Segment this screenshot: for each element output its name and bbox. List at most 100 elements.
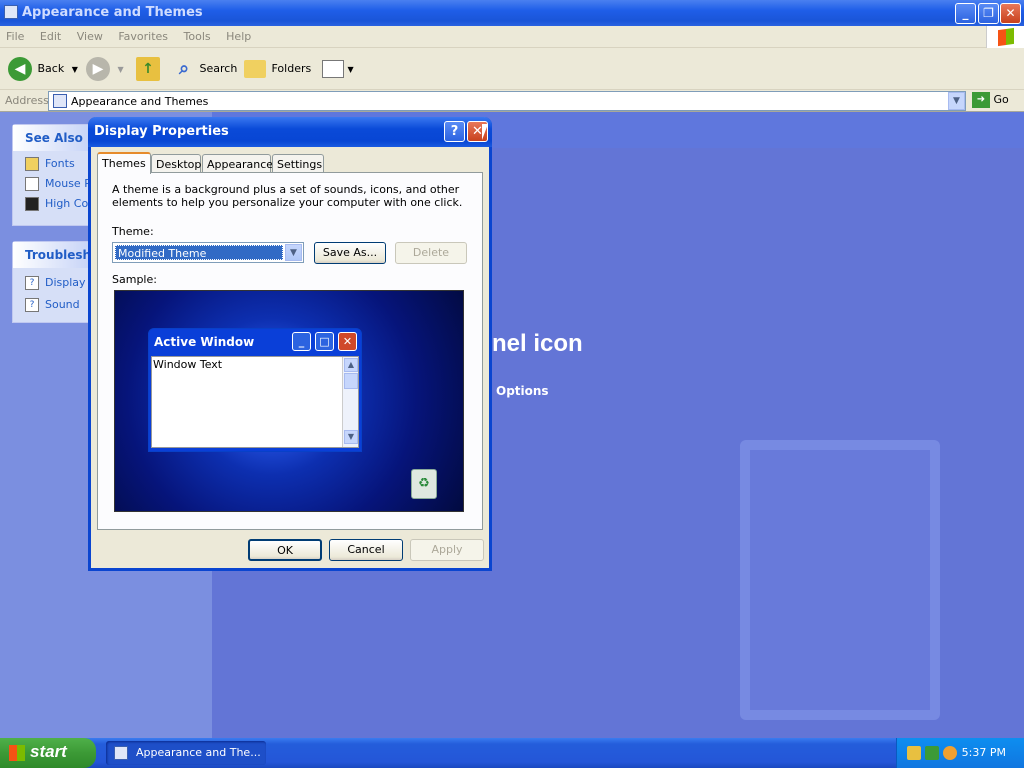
up-folder-button[interactable]: ↑	[136, 56, 160, 82]
folders-icon	[244, 60, 266, 78]
address-input[interactable]: Appearance and Themes ▼	[48, 91, 966, 111]
high-contrast-icon	[25, 197, 39, 211]
mouse-icon	[25, 177, 39, 191]
scroll-up-icon: ▲	[344, 358, 358, 372]
themes-tab-panel: A theme is a background plus a set of so…	[97, 172, 483, 530]
tab-settings[interactable]: Settings	[272, 154, 324, 173]
folders-label: Folders	[271, 62, 312, 75]
scroll-thumb	[344, 373, 358, 389]
menu-file[interactable]: File	[0, 26, 30, 43]
troubleshooters-panel: Troublesho ?Display ?Sound	[12, 241, 92, 323]
address-label: Address	[5, 94, 49, 107]
fonts-icon	[25, 157, 39, 171]
folder-options-link[interactable]: Options	[496, 384, 549, 398]
network-icon[interactable]	[907, 746, 921, 760]
mouse-cursor-icon	[482, 124, 488, 140]
cancel-button[interactable]: Cancel	[329, 539, 403, 561]
restore-button[interactable]: ❐	[978, 3, 999, 24]
sample-label: Sample:	[112, 273, 157, 286]
folder-icon	[53, 94, 67, 108]
troubleshooters-title: Troublesho	[13, 242, 91, 268]
tab-appearance[interactable]: Appearance	[202, 154, 273, 173]
tab-themes[interactable]: Themes	[97, 152, 151, 174]
maximize-icon: □	[315, 332, 334, 351]
save-as-button[interactable]: Save As...	[314, 242, 386, 264]
forward-button[interactable]: ▶ ▼	[86, 56, 124, 82]
safely-remove-icon[interactable]	[925, 746, 939, 760]
link-display-troubleshooter[interactable]: ? Display	[13, 268, 91, 296]
help-icon: ?	[25, 276, 39, 290]
search-icon: ⌕	[178, 58, 190, 79]
link-sound-troubleshooter[interactable]: ? Sound	[13, 296, 91, 322]
back-label: Back	[37, 62, 65, 75]
help-button[interactable]: ?	[444, 121, 465, 142]
help-icon: ?	[25, 298, 39, 312]
minimize-icon: _	[292, 332, 311, 351]
back-button[interactable]: ◀ Back ▼	[8, 56, 78, 82]
sample-scrollbar: ▲ ▼	[342, 357, 358, 447]
delete-button[interactable]: Delete	[395, 242, 467, 264]
forward-arrow-icon: ▶	[86, 57, 110, 81]
taskbar-button-label: Appearance and The...	[136, 746, 261, 759]
search-button[interactable]: ⌕ Search	[172, 56, 237, 82]
theme-label: Theme:	[112, 225, 154, 238]
go-label: Go	[993, 93, 1009, 106]
folders-button[interactable]: Folders	[244, 56, 311, 82]
pick-control-panel-heading: nel icon	[492, 330, 583, 357]
sample-window-text: Window Text	[153, 358, 223, 371]
windows-flag-icon	[9, 745, 25, 761]
views-button[interactable]: ▼	[322, 56, 354, 82]
chevron-down-icon: ▼	[117, 65, 124, 74]
folder-icon	[4, 5, 18, 19]
control-panel-watermark-icon	[740, 440, 940, 720]
see-also-panel: See Also Fonts Mouse P High Con	[12, 124, 92, 226]
link-fonts[interactable]: Fonts	[13, 151, 91, 175]
clock: 5:37 PM	[961, 746, 1006, 759]
see-also-title: See Also	[13, 125, 91, 151]
menu-edit[interactable]: Edit	[34, 26, 67, 43]
menu-view[interactable]: View	[71, 26, 109, 43]
menu-help[interactable]: Help	[220, 26, 257, 43]
recycle-bin-icon: ♻	[411, 469, 437, 499]
search-tray-icon[interactable]	[943, 746, 957, 760]
menu-tools[interactable]: Tools	[178, 26, 217, 43]
back-arrow-icon: ◀	[8, 57, 32, 81]
apply-button[interactable]: Apply	[410, 539, 484, 561]
scroll-down-icon: ▼	[344, 430, 358, 444]
sample-window-body: Window Text ▲ ▼	[151, 356, 359, 448]
tab-desktop[interactable]: Desktop	[151, 154, 201, 173]
address-bar: Address Appearance and Themes ▼ ➜ Go	[0, 90, 1024, 112]
taskbar-button-appearance-and-themes[interactable]: Appearance and The...	[106, 741, 266, 765]
taskbar: start Appearance and The... 5:37 PM	[0, 738, 1024, 768]
sample-active-window: Active Window _ □ ✕ Window Text ▲ ▼	[148, 328, 362, 452]
views-icon	[322, 60, 344, 78]
explorer-title-bar[interactable]: Appearance and Themes _ ❐ ✕	[0, 0, 1024, 26]
go-arrow-icon: ➜	[972, 92, 990, 108]
theme-sample-preview: Active Window _ □ ✕ Window Text ▲ ▼ ♻	[114, 290, 464, 512]
link-high-contrast[interactable]: High Con	[13, 195, 91, 225]
start-label: start	[30, 742, 67, 761]
up-folder-icon: ↑	[136, 57, 160, 81]
toolbar: ◀ Back ▼ ▶ ▼ ↑ ⌕ Search Folders ▼	[0, 48, 1024, 90]
system-tray: 5:37 PM	[896, 738, 1024, 768]
chevron-down-icon: ▼	[71, 65, 78, 74]
theme-select-value: Modified Theme	[115, 245, 283, 260]
chevron-down-icon[interactable]: ▼	[285, 244, 302, 261]
sample-window-title: Active Window	[154, 335, 255, 349]
search-label: Search	[199, 62, 238, 75]
dialog-title: Display Properties	[94, 124, 229, 139]
windows-logo-icon	[986, 26, 1024, 48]
menu-favorites[interactable]: Favorites	[112, 26, 174, 43]
ok-button[interactable]: OK	[248, 539, 322, 561]
window-title: Appearance and Themes	[22, 5, 203, 20]
dialog-title-bar[interactable]: Display Properties ? ✕	[88, 117, 492, 147]
link-mouse-pointers[interactable]: Mouse P	[13, 175, 91, 195]
start-button[interactable]: start	[0, 738, 96, 768]
go-button[interactable]: ➜ Go	[972, 92, 1009, 110]
display-properties-dialog: Display Properties ? ✕ Themes Desktop Ap…	[88, 117, 492, 571]
address-dropdown-icon[interactable]: ▼	[948, 92, 965, 110]
theme-select[interactable]: Modified Theme ▼	[112, 242, 304, 263]
close-button[interactable]: ✕	[1000, 3, 1021, 24]
minimize-button[interactable]: _	[955, 3, 976, 24]
address-value: Appearance and Themes	[71, 95, 209, 108]
